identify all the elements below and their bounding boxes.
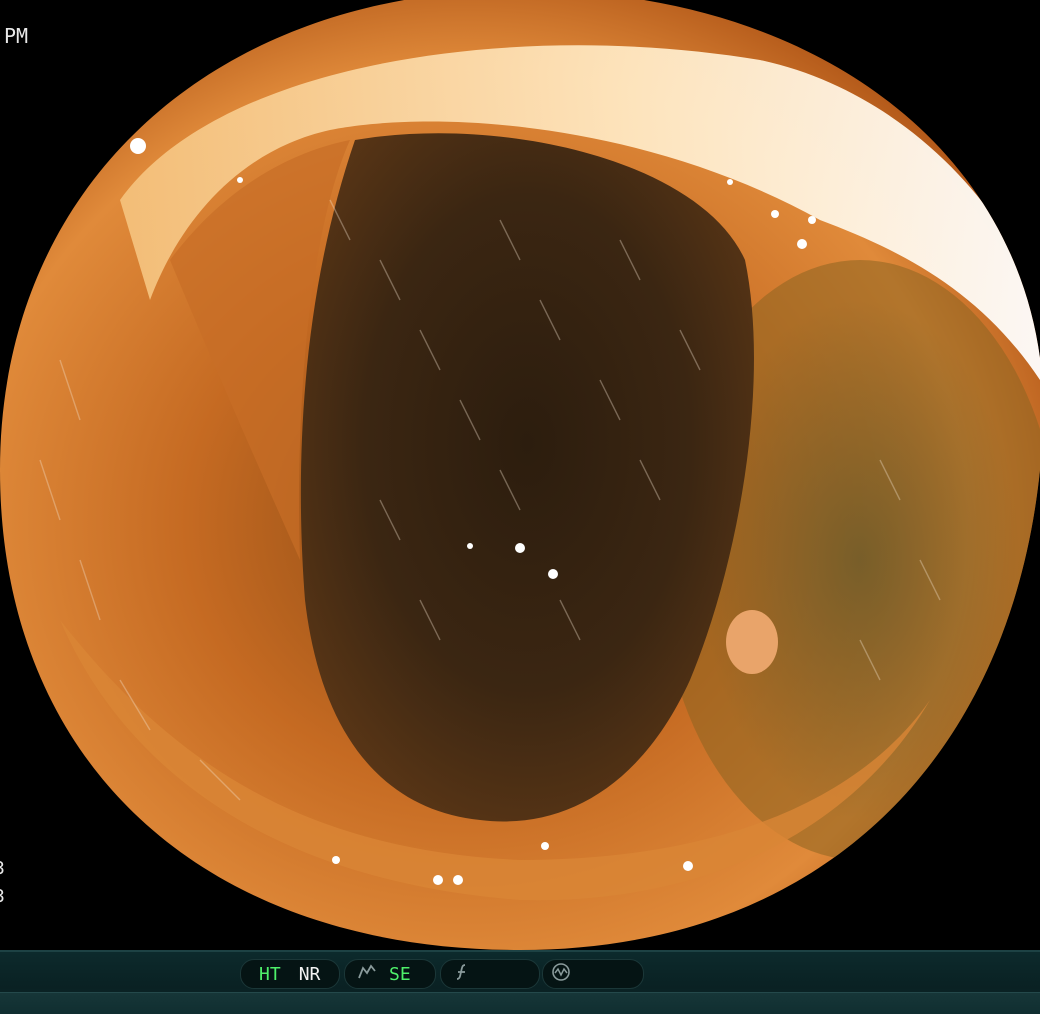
waveform-icon-svg	[552, 962, 570, 981]
status-pill-waveform	[542, 959, 644, 989]
endoscope-image-svg	[0, 0, 1040, 950]
status-pill-function	[440, 959, 540, 989]
left-edge-label-2: 3	[0, 886, 5, 907]
se-label: SE	[389, 963, 411, 985]
left-edge-label-1: 3	[0, 858, 5, 879]
time-suffix-label: PM	[4, 24, 29, 48]
ht-label: HT	[259, 963, 281, 985]
status-bar: HT NR SE	[0, 950, 1040, 1014]
function-icon	[453, 963, 471, 986]
waveform-icon	[551, 962, 571, 987]
endoscopy-screen: PM 3 3 HT NR SE	[0, 0, 1040, 1014]
function-icon-svg	[456, 963, 466, 980]
endoscope-image	[0, 0, 1040, 950]
tone-curve-icon	[357, 963, 377, 986]
tone-curve-icon-svg	[358, 963, 376, 978]
status-bar-lower-strip	[0, 992, 1040, 1014]
status-pill-ht-nr: HT NR	[240, 959, 340, 989]
nr-label: NR	[298, 963, 321, 985]
status-pill-se: SE	[344, 959, 436, 989]
